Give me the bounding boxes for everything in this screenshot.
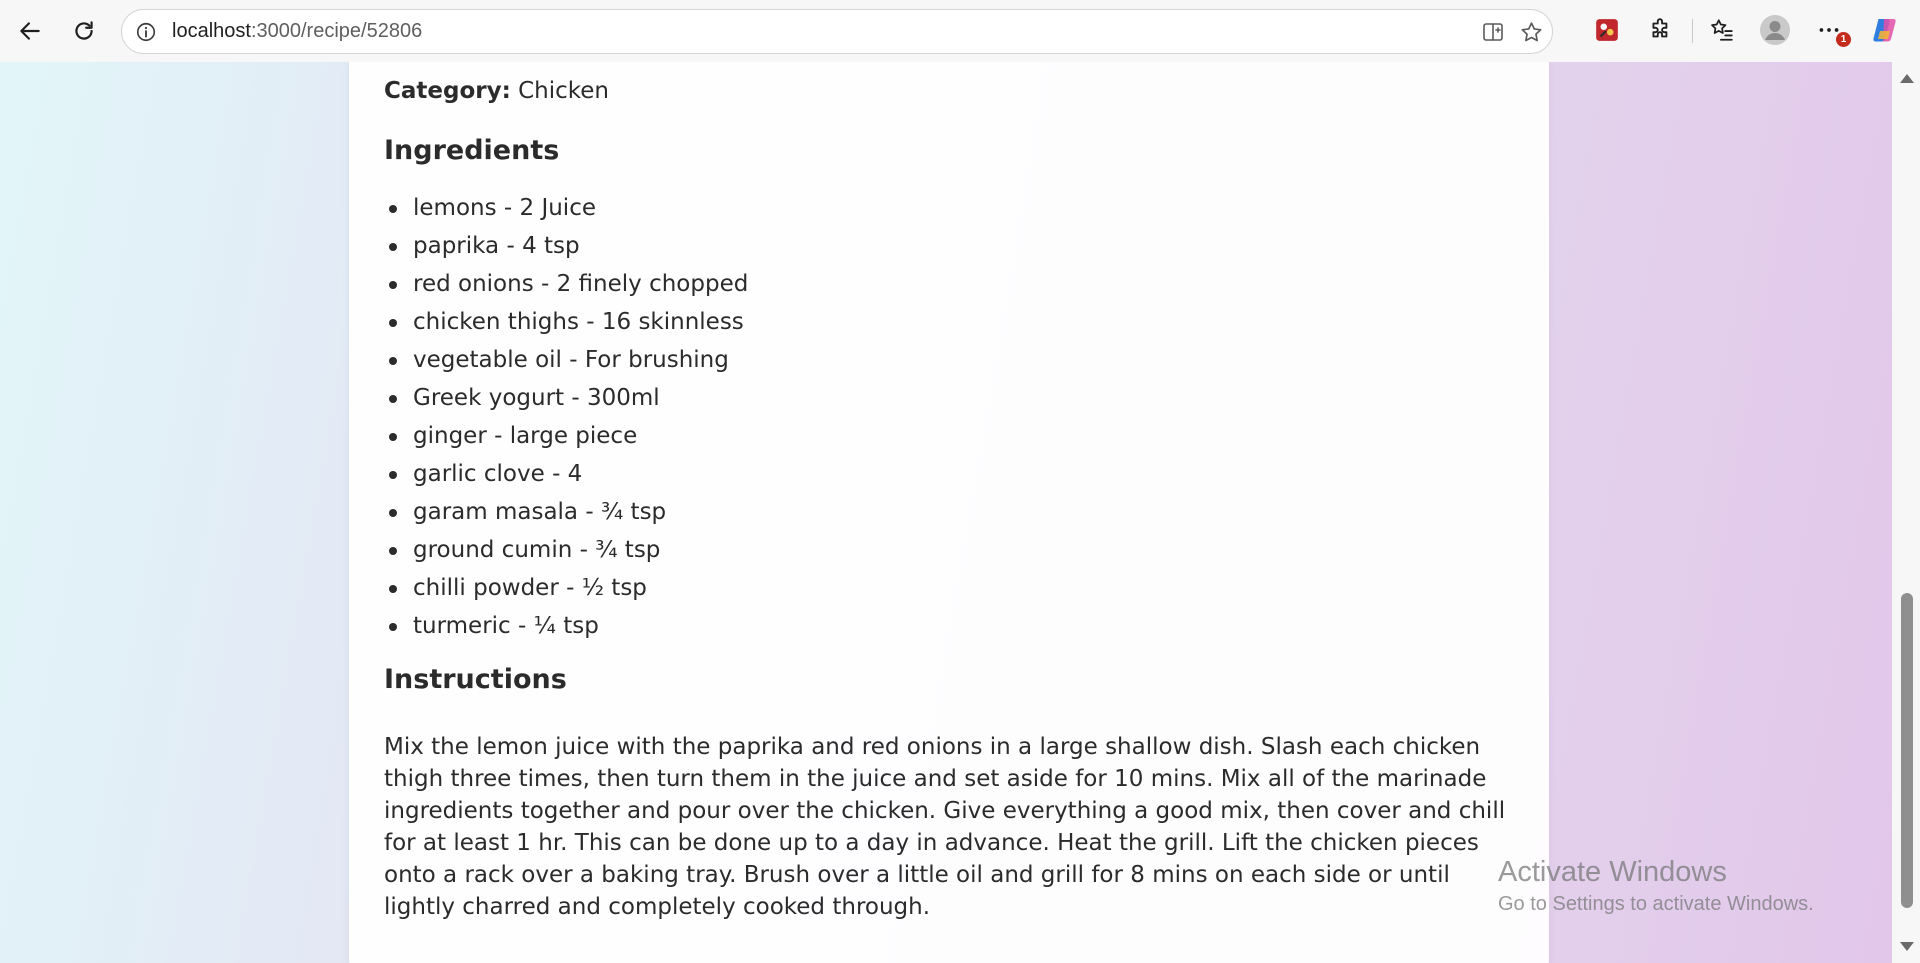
copilot-icon [1873,19,1896,42]
star-icon [1521,21,1541,41]
profile-avatar-icon [1760,15,1790,45]
category-value: Chicken [518,78,610,104]
favorites-button[interactable] [1706,14,1738,46]
puzzle-icon [1652,18,1668,38]
ingredient-item: turmeric - ¼ tsp [384,607,748,645]
back-arrow-icon [20,22,40,40]
url-text[interactable]: localhost:3000/recipe/52806 [172,10,422,53]
extensions-button[interactable] [1645,14,1677,46]
back-button[interactable] [10,11,50,51]
category-label: Category: [384,78,511,104]
copilot-button[interactable] [1869,14,1901,46]
ingredient-item: ground cumin - ¾ tsp [384,531,748,569]
recipe-card: Category: Chicken Ingredients lemons - 2… [349,62,1549,963]
url-host: localhost [172,20,251,42]
ingredients-list: lemons - 2 Juice paprika - 4 tsp red oni… [384,189,748,645]
notification-badge: 1 [1836,32,1851,47]
ingredient-item: ginger - large piece [384,417,748,455]
ingredient-item: garam masala - ¾ tsp [384,493,748,531]
page-scrollbar[interactable] [1892,62,1920,963]
ingredient-item: red onions - 2 finely chopped [384,265,748,303]
ingredient-item: vegetable oil - For brushing [384,341,748,379]
instructions-heading: Instructions [384,664,567,695]
scroll-thumb[interactable] [1901,593,1913,908]
ingredient-item: chicken thighs - 16 skinnless [384,303,748,341]
page-viewport: Category: Chicken Ingredients lemons - 2… [0,62,1920,963]
ingredient-item: paprika - 4 tsp [384,227,748,265]
split-screen-button[interactable] [1480,19,1506,45]
ingredient-item: lemons - 2 Juice [384,189,748,227]
ingredient-item: chilli powder - ½ tsp [384,569,748,607]
scroll-up-arrow-icon[interactable] [1900,74,1914,83]
ingredient-item: garlic clove - 4 [384,455,748,493]
refresh-icon [75,21,93,40]
paint-extension-icon [1596,19,1618,41]
instructions-text: Mix the lemon juice with the paprika and… [384,734,1506,920]
profile-button[interactable] [1759,14,1791,46]
scroll-down-arrow-icon[interactable] [1900,942,1914,951]
split-screen-icon [1483,23,1503,41]
site-info-button[interactable] [134,20,158,44]
ingredients-heading: Ingredients [384,135,560,166]
favorites-list-icon [1711,19,1733,41]
refresh-button[interactable] [64,11,104,51]
toolbar-separator [1692,19,1693,43]
ingredient-item: Greek yogurt - 300ml [384,379,748,417]
url-path: :3000/recipe/52806 [250,20,423,42]
favorite-button[interactable] [1518,19,1544,45]
extension-paint-button[interactable] [1591,14,1623,46]
browser-toolbar: localhost:3000/recipe/52806 1 [0,0,1920,62]
category-line: Category: Chicken [384,76,609,106]
address-bar[interactable]: localhost:3000/recipe/52806 [121,9,1553,54]
info-icon [136,22,156,42]
